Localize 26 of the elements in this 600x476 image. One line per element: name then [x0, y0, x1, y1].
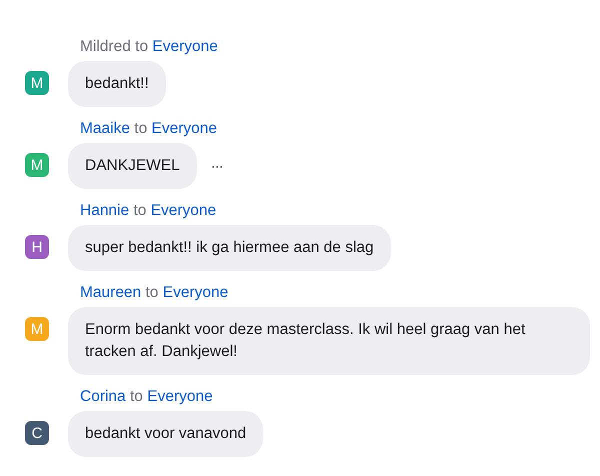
message-bubble: Enorm bedankt voor deze masterclass. Ik wil heel graag van het tracken af. Dankjewel! [68, 307, 590, 375]
recipient-name[interactable]: Everyone [162, 284, 228, 301]
message-bubble: DANKJEWEL [68, 143, 197, 189]
to-label: to [135, 38, 148, 55]
recipient-name[interactable]: Everyone [150, 202, 216, 219]
sender-name[interactable]: Hannie [80, 202, 130, 219]
sender-name[interactable]: Maaike [80, 120, 130, 137]
recipient-name[interactable]: Everyone [147, 388, 213, 405]
recipient-name[interactable]: Everyone [152, 38, 218, 55]
sender-name[interactable]: Maureen [80, 284, 142, 301]
to-label: to [134, 120, 148, 137]
message-bubble: bedankt!! [68, 61, 166, 107]
recipient-name[interactable]: Everyone [152, 120, 218, 137]
message-bubble: super bedankt!! ik ga hiermee aan de slag [68, 225, 391, 271]
sender-name[interactable]: Corina [80, 388, 126, 405]
to-label: to [130, 388, 143, 405]
to-label: to [133, 202, 146, 219]
to-label: to [146, 284, 158, 301]
avatar: M [25, 317, 49, 341]
avatar: M [25, 71, 49, 95]
avatar: H [25, 235, 49, 259]
avatar: M [25, 153, 49, 177]
sender-name[interactable]: Mildred [80, 38, 131, 55]
more-button[interactable]: ··· [210, 158, 223, 174]
avatar: C [25, 421, 49, 445]
message-bubble: bedankt voor vanavond [68, 411, 264, 457]
